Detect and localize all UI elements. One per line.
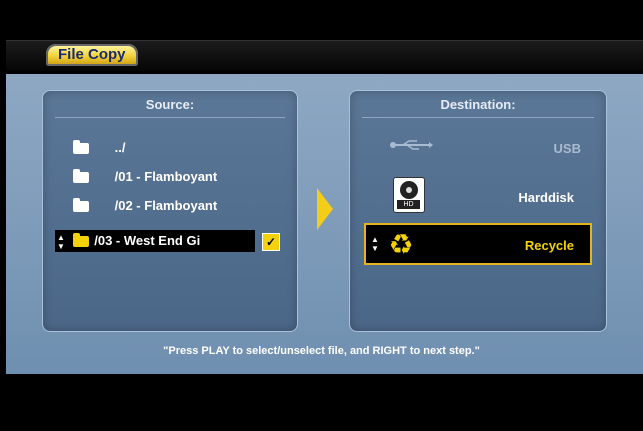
destination-recycle-label: Recycle — [524, 238, 574, 253]
usb-icon — [390, 140, 433, 150]
divider — [55, 117, 285, 118]
bottom-black-band — [0, 374, 643, 431]
page-title: File Copy — [46, 44, 138, 66]
right-arrow-icon — [317, 188, 333, 230]
item-label: /03 - West End Gi — [94, 233, 201, 248]
item-label: /01 - Flamboyant — [114, 169, 218, 184]
list-item[interactable]: ../ — [73, 137, 125, 159]
harddisk-icon: HD — [393, 177, 425, 213]
destination-harddisk-label[interactable]: Harddisk — [518, 190, 574, 205]
folder-icon — [73, 169, 89, 184]
destination-panel: Destination: USB HD Harddisk ▲ ▼ ♻ Recycl… — [349, 90, 607, 332]
up-down-arrows-icon: ▲ ▼ — [371, 235, 379, 253]
list-item[interactable]: /02 - Flamboyant — [73, 195, 217, 217]
divider — [362, 117, 594, 118]
destination-title: Destination: — [440, 97, 516, 112]
source-title: Source: — [145, 97, 195, 112]
folder-icon — [73, 198, 89, 213]
item-label: ../ — [114, 140, 126, 155]
top-black-strip — [0, 0, 643, 34]
checkbox-checked-icon[interactable]: ✓ — [262, 233, 280, 251]
recycle-icon: ♻ — [388, 229, 414, 260]
item-label: /02 - Flamboyant — [114, 198, 218, 213]
list-item-selected[interactable]: ▲ ▼ /03 - West End Gi — [55, 230, 255, 252]
source-panel: Source: ../ /01 - Flamboyant /02 - Flamb… — [42, 90, 298, 332]
destination-recycle-selected[interactable]: ▲ ▼ ♻ Recycle — [364, 223, 592, 265]
folder-icon — [72, 233, 89, 248]
list-item[interactable]: /01 - Flamboyant — [73, 166, 217, 188]
hint-text: "Press PLAY to select/unselect file, and… — [163, 345, 480, 357]
up-down-arrows-icon: ▲ ▼ — [57, 232, 65, 251]
folder-icon — [73, 140, 89, 155]
destination-usb-label[interactable]: USB — [554, 141, 581, 156]
